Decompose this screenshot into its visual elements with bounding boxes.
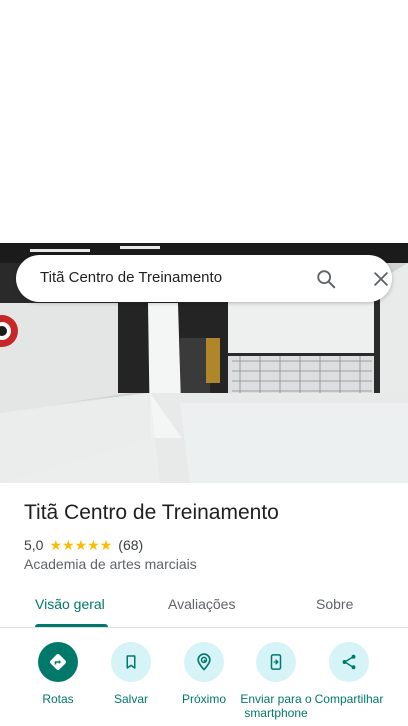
rating-value: 5,0 [24,537,44,553]
directions-icon [38,642,78,682]
send-to-phone-button[interactable]: Enviar para o smartphone [240,640,312,720]
send-to-phone-label: Enviar para o smartphone [240,692,312,720]
star-icon: ★ [49,537,63,553]
star-icon: ★ [74,537,88,553]
place-category: Academia de artes marciais [24,556,197,572]
search-icon[interactable] [312,265,340,293]
search-input[interactable]: Titã Centro de Treinamento [40,269,222,286]
send-to-phone-icon [256,642,296,682]
bookmark-icon [111,642,151,682]
close-icon[interactable] [367,265,395,293]
directions-button[interactable]: Rotas [22,640,94,706]
review-count[interactable]: (68) [118,537,143,553]
share-button[interactable]: Compartilhar [313,640,385,706]
tab-about[interactable]: Sobre [316,596,353,612]
tab-reviews[interactable]: Avaliações [168,596,235,612]
star-icon: ★ [87,537,100,553]
save-button[interactable]: Salvar [95,640,167,706]
tab-overview[interactable]: Visão geral [35,596,105,612]
active-tab-indicator [35,624,108,627]
save-label: Salvar [113,692,148,706]
rating-row[interactable]: 5,0 ★ ★ ★ ★ ★ (68) [24,536,143,554]
nearby-button[interactable]: Próximo [168,640,240,706]
nearby-icon [184,642,224,682]
share-icon [329,642,369,682]
search-bar[interactable]: Titã Centro de Treinamento [16,255,392,302]
star-icon: ★ [99,537,113,553]
place-title: Titã Centro de Treinamento [24,501,279,524]
star-icon: ★ [62,537,75,553]
blank-map-area [0,0,408,243]
share-label: Compartilhar [314,692,384,706]
rating-stars: ★ ★ ★ ★ ★ [49,538,112,552]
directions-label: Rotas [42,692,74,706]
tab-bar: Visão geral Avaliações Sobre [0,586,408,628]
action-bar: Rotas Salvar Próximo Enviar para o smart… [0,640,408,726]
nearby-label: Próximo [181,692,226,706]
